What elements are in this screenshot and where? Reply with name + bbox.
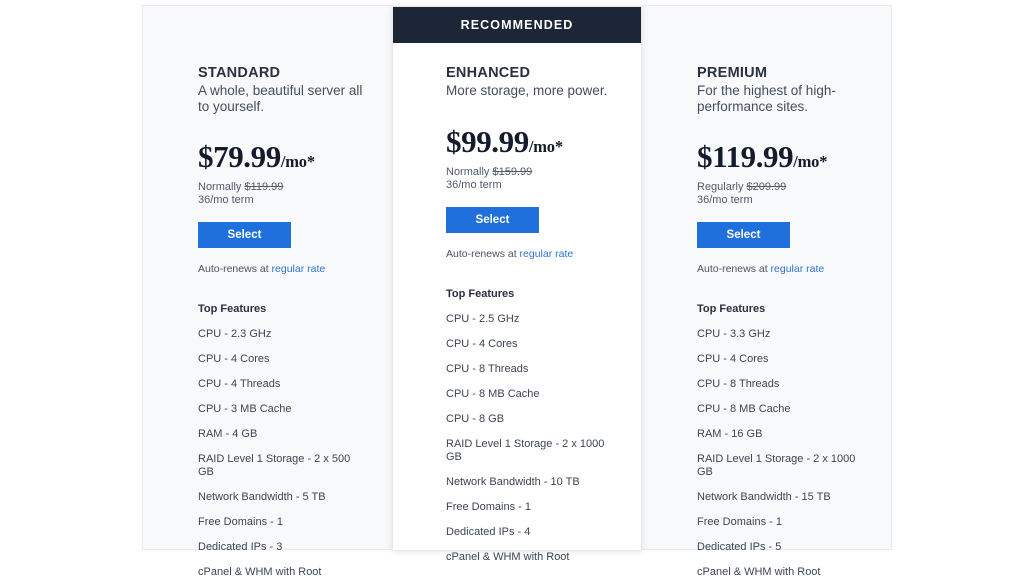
feature-item: CPU - 4 Threads bbox=[198, 378, 281, 390]
feature-item: CPU - 4 Cores bbox=[198, 353, 270, 365]
card-content-enhanced: ENHANCED More storage, more power. $99.9… bbox=[446, 64, 618, 564]
plan-name-standard: STANDARD bbox=[198, 65, 281, 81]
feature-item: CPU - 4 Cores bbox=[446, 337, 518, 350]
price-row-standard: $79.99/mo* bbox=[198, 139, 368, 175]
feature-item: RAM - 4 GB bbox=[198, 428, 258, 440]
normally-label-premium: Regularly bbox=[697, 181, 744, 193]
price-amount-standard: $79.99 bbox=[198, 139, 281, 174]
feature-item: Free Domains - 1 bbox=[446, 500, 531, 513]
regular-rate-link-standard[interactable]: regular rate bbox=[272, 263, 326, 275]
autorenew-prefix-enhanced: Auto-renews at bbox=[446, 247, 520, 260]
normally-line-standard: Normally $119.99 bbox=[198, 181, 368, 194]
features-list-enhanced: CPU - 2.5 GHz CPU - 4 Cores CPU - 8 Thre… bbox=[446, 313, 618, 564]
normally-label-standard: Normally bbox=[198, 181, 242, 193]
feature-item: RAID Level 1 Storage - 2 x 500 GB bbox=[198, 453, 351, 478]
feature-item: cPanel & WHM with Root bbox=[446, 550, 570, 563]
regular-rate-link-enhanced[interactable]: regular rate bbox=[520, 248, 574, 260]
feature-item: CPU - 2.5 GHz bbox=[446, 312, 520, 325]
normally-price-premium: $209.99 bbox=[746, 181, 787, 193]
term-enhanced: 36/mo term bbox=[446, 178, 502, 191]
feature-item: CPU - 8 MB Cache bbox=[697, 403, 791, 415]
features-list-premium: CPU - 3.3 GHz CPU - 4 Cores CPU - 8 Thre… bbox=[697, 328, 867, 579]
features-title-standard: Top Features bbox=[198, 303, 267, 315]
autorenew-enhanced: Auto-renews at regular rate bbox=[446, 248, 618, 261]
card-content-standard: STANDARD A whole, beautiful server all t… bbox=[198, 64, 368, 579]
feature-item: RAM - 16 GB bbox=[697, 428, 763, 440]
plan-description-enhanced: More storage, more power. bbox=[446, 83, 608, 98]
autorenew-prefix-premium: Auto-renews at bbox=[697, 263, 771, 275]
feature-item: CPU - 4 Cores bbox=[697, 353, 769, 365]
normally-label-enhanced: Normally bbox=[446, 165, 490, 178]
feature-item: Free Domains - 1 bbox=[198, 516, 283, 528]
regular-rate-link-premium[interactable]: regular rate bbox=[771, 263, 825, 275]
pricing-page: STANDARD A whole, beautiful server all t… bbox=[0, 0, 1024, 578]
price-amount-premium: $119.99 bbox=[697, 139, 794, 174]
feature-item: CPU - 8 GB bbox=[446, 412, 505, 425]
autorenew-prefix-standard: Auto-renews at bbox=[198, 263, 272, 275]
select-button-premium[interactable]: Select bbox=[697, 222, 790, 248]
select-button-enhanced[interactable]: Select bbox=[446, 206, 539, 233]
price-row-enhanced: $99.99/mo* bbox=[446, 124, 618, 160]
plan-name-enhanced: ENHANCED bbox=[446, 65, 531, 81]
feature-item: CPU - 3 MB Cache bbox=[198, 403, 292, 415]
feature-item: CPU - 8 Threads bbox=[697, 378, 780, 390]
feature-item: Dedicated IPs - 4 bbox=[446, 525, 531, 538]
price-unit-enhanced: /mo* bbox=[528, 136, 563, 156]
feature-item: RAID Level 1 Storage - 2 x 1000 GB bbox=[697, 453, 856, 478]
normally-price-standard: $119.99 bbox=[244, 181, 284, 193]
price-unit-premium: /mo* bbox=[793, 152, 828, 171]
pricing-card-premium[interactable]: PREMIUM For the highest of high-performa… bbox=[641, 5, 892, 578]
normally-price-enhanced: $159.99 bbox=[492, 165, 533, 178]
feature-item: Network Bandwidth - 15 TB bbox=[697, 491, 831, 503]
term-premium: 36/mo term bbox=[697, 194, 753, 206]
feature-item: Network Bandwidth - 5 TB bbox=[198, 491, 326, 503]
pricing-card-standard[interactable]: STANDARD A whole, beautiful server all t… bbox=[142, 5, 393, 578]
plan-name-premium: PREMIUM bbox=[697, 65, 768, 81]
feature-item: CPU - 8 Threads bbox=[446, 362, 529, 375]
normally-line-enhanced: Normally $159.99 bbox=[446, 166, 618, 179]
pricing-card-enhanced[interactable]: RECOMMENDED ENHANCED More storage, more … bbox=[392, 6, 642, 563]
feature-item: Free Domains - 1 bbox=[697, 516, 782, 528]
features-title-enhanced: Top Features bbox=[446, 287, 515, 300]
card-content-premium: PREMIUM For the highest of high-performa… bbox=[697, 64, 867, 579]
feature-item: CPU - 8 MB Cache bbox=[446, 387, 540, 400]
feature-item: CPU - 3.3 GHz bbox=[697, 328, 771, 340]
autorenew-premium: Auto-renews at regular rate bbox=[697, 263, 867, 276]
plan-description-premium: For the highest of high-performance site… bbox=[697, 83, 836, 114]
plan-description-standard: A whole, beautiful server all to yoursel… bbox=[198, 83, 363, 114]
feature-item: cPanel & WHM with Root bbox=[198, 566, 322, 578]
feature-item: Dedicated IPs - 3 bbox=[198, 541, 283, 553]
features-title-premium: Top Features bbox=[697, 303, 766, 315]
price-unit-standard: /mo* bbox=[280, 152, 315, 171]
feature-item: Dedicated IPs - 5 bbox=[697, 541, 782, 553]
autorenew-standard: Auto-renews at regular rate bbox=[198, 263, 368, 276]
features-list-standard: CPU - 2.3 GHz CPU - 4 Cores CPU - 4 Thre… bbox=[198, 328, 368, 579]
feature-item: Network Bandwidth - 10 TB bbox=[446, 475, 580, 488]
price-amount-enhanced: $99.99 bbox=[446, 123, 529, 159]
feature-item: cPanel & WHM with Root bbox=[697, 566, 821, 578]
select-button-standard[interactable]: Select bbox=[198, 222, 291, 248]
normally-line-premium: Regularly $209.99 bbox=[697, 181, 867, 194]
term-standard: 36/mo term bbox=[198, 194, 254, 206]
card-body-standard: STANDARD A whole, beautiful server all t… bbox=[143, 6, 392, 578]
price-row-premium: $119.99/mo* bbox=[697, 139, 867, 175]
card-body-premium: PREMIUM For the highest of high-performa… bbox=[642, 6, 891, 578]
feature-item: RAID Level 1 Storage - 2 x 1000 GB bbox=[446, 437, 605, 463]
card-body-enhanced: ENHANCED More storage, more power. $99.9… bbox=[393, 7, 641, 563]
feature-item: CPU - 2.3 GHz bbox=[198, 328, 272, 340]
